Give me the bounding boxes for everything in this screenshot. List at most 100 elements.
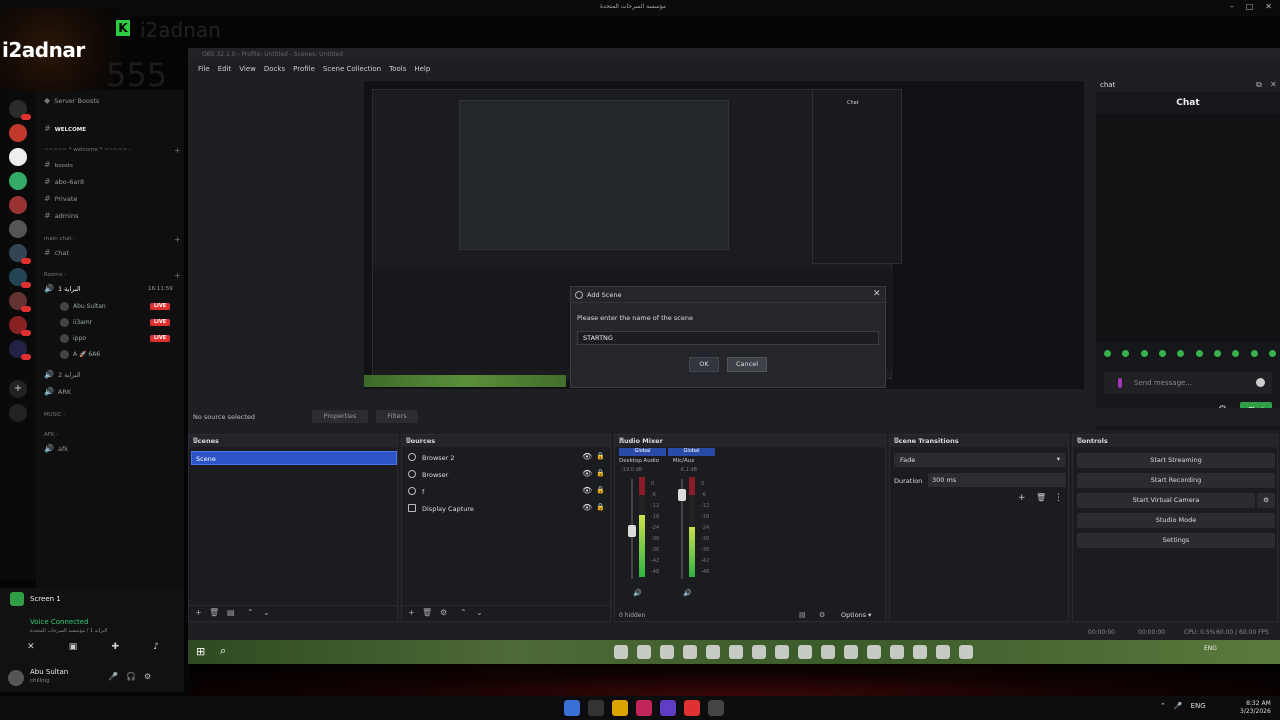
popout-icon[interactable]: ⧉ xyxy=(193,436,393,445)
app-icon[interactable] xyxy=(867,645,881,659)
channel-private[interactable]: # Private xyxy=(44,194,77,203)
source-item[interactable]: f 👁 🔒 xyxy=(406,485,608,499)
source-item[interactable]: Display Capture 👁 🔒 xyxy=(406,502,608,516)
emoji-icon[interactable] xyxy=(1256,378,1265,387)
chevron-down-icon[interactable]: ⌄ xyxy=(476,608,483,617)
channel-chat[interactable]: # chat xyxy=(44,248,69,257)
start-streaming-button[interactable]: Start Streaming xyxy=(1077,453,1275,468)
avatar[interactable] xyxy=(8,670,24,686)
emote-icon[interactable] xyxy=(1122,350,1130,357)
maximize-icon[interactable]: □ xyxy=(1246,2,1254,11)
app-icon[interactable] xyxy=(637,645,651,659)
channel-boosts[interactable]: # boosts xyxy=(44,160,73,169)
chevron-down-icon[interactable]: ⌄ xyxy=(263,608,270,617)
start-recording-button[interactable]: Start Recording xyxy=(1077,473,1275,488)
server-icon[interactable] xyxy=(9,124,27,142)
channel-abo-6ar8[interactable]: # abo-6ar8 xyxy=(44,177,84,186)
windows-start-icon[interactable] xyxy=(564,700,580,716)
popout-icon[interactable]: ⧉ xyxy=(894,436,1064,445)
emote-icon[interactable] xyxy=(1140,350,1148,357)
mixer-tab[interactable]: Global xyxy=(668,448,715,456)
app-icon[interactable] xyxy=(683,645,697,659)
speaker-icon[interactable]: 🔊 xyxy=(683,589,692,597)
menu-tools[interactable]: Tools xyxy=(389,65,406,73)
microphone-icon[interactable]: 🎤 xyxy=(108,672,118,681)
server-icon[interactable] xyxy=(9,244,31,264)
file-explorer-icon[interactable] xyxy=(612,700,628,716)
mixer-options-button[interactable]: Options ▾ xyxy=(841,611,871,619)
eye-icon[interactable]: 👁 xyxy=(582,503,592,512)
transition-select[interactable]: Fade ▾ xyxy=(894,453,1066,467)
app-icon[interactable] xyxy=(798,645,812,659)
menu-edit[interactable]: Edit xyxy=(218,65,232,73)
menu-docks[interactable]: Docks xyxy=(264,65,285,73)
emote-icon[interactable] xyxy=(1195,350,1203,357)
voice-user[interactable]: Abu Sultan xyxy=(60,302,106,311)
server-icon[interactable] xyxy=(9,316,31,336)
lock-icon[interactable]: 🔒 xyxy=(596,469,605,477)
app-icon[interactable] xyxy=(890,645,904,659)
scene-name-input[interactable] xyxy=(577,331,879,345)
activity-icon[interactable]: ✚ xyxy=(111,642,119,660)
obs-preview[interactable]: Chat Add Scene ✕ Please enter the name o… xyxy=(364,81,1084,389)
app-icon[interactable] xyxy=(959,645,973,659)
server-icon[interactable] xyxy=(9,292,31,312)
more-icon[interactable]: ⋮ xyxy=(1054,493,1063,503)
app-icon[interactable] xyxy=(844,645,858,659)
trash-icon[interactable]: 🗑 xyxy=(422,608,432,617)
filter-icon[interactable]: ▤ xyxy=(227,608,235,617)
properties-button[interactable]: Properties xyxy=(312,410,368,423)
gear-icon[interactable]: ⚙ xyxy=(144,672,151,681)
language-indicator[interactable]: ENG xyxy=(1191,702,1206,710)
soundboard-icon[interactable]: ♪ xyxy=(153,642,159,660)
app-icon[interactable] xyxy=(614,645,628,659)
add-channel-icon[interactable]: + xyxy=(174,271,181,280)
app-icon[interactable] xyxy=(913,645,927,659)
app-icon[interactable] xyxy=(775,645,789,659)
trash-icon[interactable]: 🗑 xyxy=(1036,493,1046,502)
close-icon[interactable]: ✕ xyxy=(1270,80,1277,89)
ok-button[interactable]: OK xyxy=(689,357,719,372)
volume-fader[interactable] xyxy=(628,479,636,579)
search-icon[interactable] xyxy=(588,700,604,716)
chat-input[interactable]: Send message... xyxy=(1104,372,1272,394)
lock-icon[interactable]: 🔒 xyxy=(596,503,605,511)
popout-icon[interactable]: ⧉ xyxy=(1256,80,1262,90)
calendar-icon[interactable] xyxy=(636,700,652,716)
source-item[interactable]: Browser 2 👁 🔒 xyxy=(406,451,608,465)
popout-icon[interactable]: ⧉ xyxy=(406,436,606,445)
add-channel-icon[interactable]: + xyxy=(174,146,181,155)
eye-icon[interactable]: 👁 xyxy=(582,452,592,461)
screen-share-label[interactable]: Screen 1 xyxy=(10,592,61,606)
voice-channel-1[interactable]: 🔊 البراية 1 xyxy=(44,284,81,293)
server-icon[interactable] xyxy=(9,100,31,120)
category-main-chat[interactable]: main chat - + xyxy=(44,235,181,244)
scene-item[interactable]: Scene xyxy=(191,451,397,465)
menu-view[interactable]: View xyxy=(239,65,256,73)
close-icon[interactable]: ✕ xyxy=(1265,2,1272,11)
emote-icon[interactable] xyxy=(1177,350,1185,357)
server-icon[interactable] xyxy=(9,172,27,190)
emote-icon[interactable] xyxy=(1158,350,1166,357)
discord-icon[interactable] xyxy=(660,700,676,716)
fader-knob[interactable] xyxy=(628,525,636,537)
add-icon[interactable]: + xyxy=(1018,493,1026,503)
app-icon[interactable] xyxy=(821,645,835,659)
menu-help[interactable]: Help xyxy=(414,65,430,73)
emote-icon[interactable] xyxy=(1104,350,1111,357)
screen-share-button[interactable]: ▣ xyxy=(69,642,78,660)
add-server-icon[interactable]: + xyxy=(9,380,27,398)
category-music[interactable]: MUSIC - xyxy=(44,412,65,418)
filters-button[interactable]: Filters xyxy=(376,410,418,423)
cancel-button[interactable]: Cancel xyxy=(727,357,767,372)
menu-file[interactable]: File xyxy=(198,65,210,73)
microphone-icon[interactable]: 🎤 xyxy=(1174,702,1183,710)
app-icon[interactable] xyxy=(660,645,674,659)
server-icon[interactable] xyxy=(9,196,27,214)
voice-channel-afk[interactable]: 🔊 afk xyxy=(44,444,68,453)
emote-icon[interactable] xyxy=(1232,350,1240,357)
voice-channel-ark[interactable]: 🔊 ARK xyxy=(44,387,71,396)
fader-knob[interactable] xyxy=(678,489,686,501)
category-welcome[interactable]: ~~~~~ * welcome * ~~~~~ - + xyxy=(44,146,181,155)
server-icon[interactable] xyxy=(9,268,31,288)
